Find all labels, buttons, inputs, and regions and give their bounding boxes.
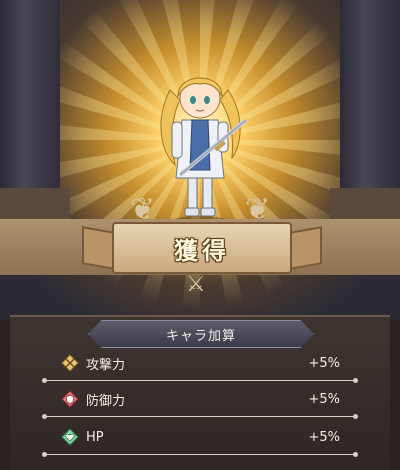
character-sprite[interactable] [150,60,250,230]
bonus-panel-title: キャラ加算 [165,328,236,344]
acquired-banner: 獲得 [112,222,292,274]
stat-value: +5% [308,429,340,445]
crossed-swords-icon: ⚔ [186,272,206,297]
row-divider [42,378,358,383]
sword-icon [60,353,80,373]
bonus-panel-header: キャラ加算 [88,320,314,348]
stat-label: HP [86,429,104,445]
stat-label: 防御力 [86,393,126,409]
heart-icon [60,427,80,447]
stat-value: +5% [308,391,340,407]
stat-row-defense: 防御力 +5% [60,386,340,412]
shield-icon [60,389,80,409]
stat-value: +5% [308,355,340,371]
row-divider [42,452,358,457]
row-divider [42,414,358,419]
stat-label: 攻撃力 [86,357,126,373]
acquired-title: 獲得 [174,236,230,265]
stat-row-attack: 攻撃力 +5% [60,350,340,376]
stat-row-hp: HP +5% [60,424,340,450]
reward-screen: ❦ ❦ 獲得 ⚔ キャラ加算 攻撃力 +5% 防御力 +5% HP +5% [0,0,400,470]
